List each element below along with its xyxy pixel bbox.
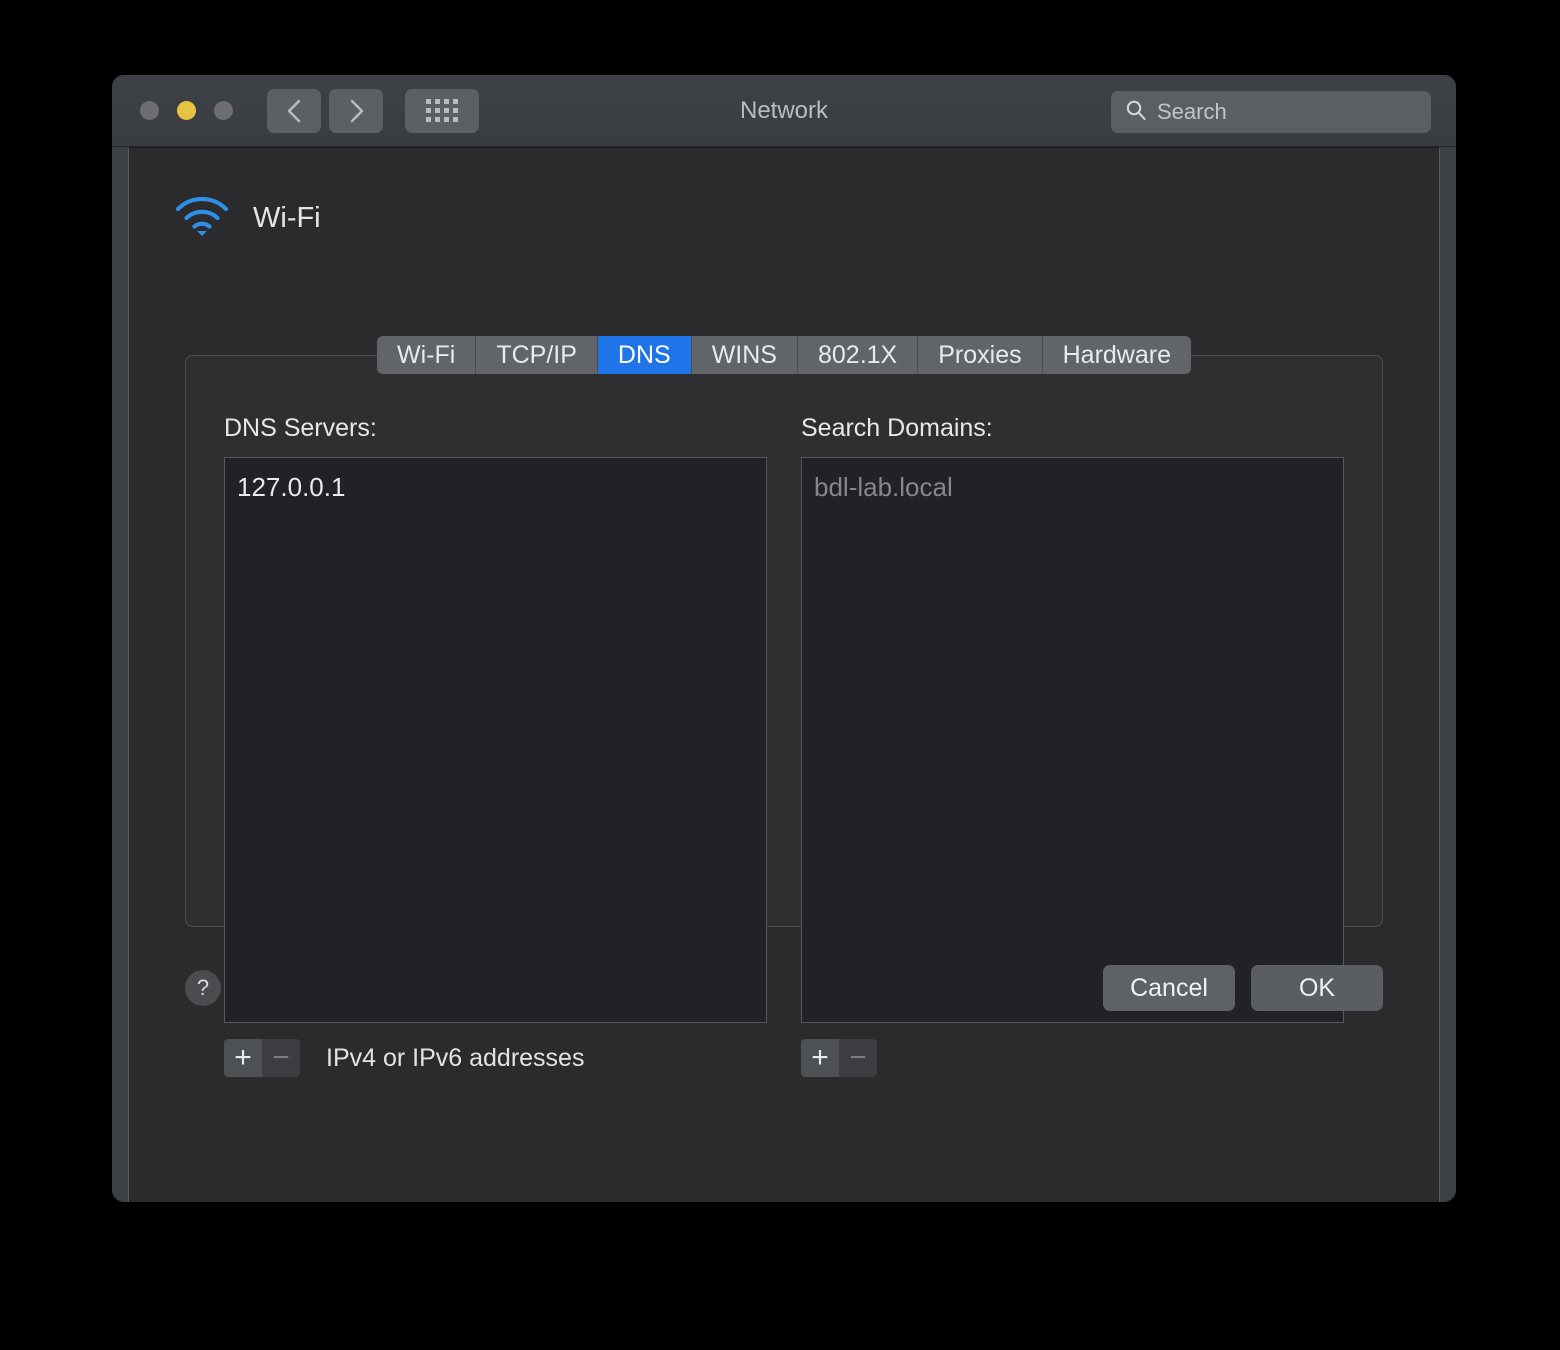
list-item[interactable]: 127.0.0.1 [225, 469, 766, 504]
search-domains-list[interactable]: bdl-lab.local [801, 457, 1344, 1023]
traffic-lights [140, 101, 233, 120]
chevron-right-icon [347, 97, 365, 125]
interface-name: Wi-Fi [253, 202, 321, 234]
tab-proxies[interactable]: Proxies [918, 336, 1043, 374]
footer-actions: Cancel OK [1103, 965, 1383, 1011]
navigation-buttons [267, 88, 383, 133]
add-search-domain-button[interactable]: + [801, 1039, 839, 1077]
dns-servers-list[interactable]: 127.0.0.1 [224, 457, 767, 1023]
show-all-button[interactable] [405, 88, 479, 133]
network-preferences-window: Network Search Wi-Fi Wi-Fi TCP/IP DNS WI… [112, 75, 1456, 1202]
close-window-button[interactable] [140, 101, 159, 120]
show-all-grid-icon [426, 99, 458, 122]
interface-header: Wi-Fi [143, 148, 1425, 243]
tab-wins[interactable]: WINS [691, 336, 798, 374]
dns-servers-controls: + − IPv4 or IPv6 addresses [224, 1039, 767, 1077]
forward-button[interactable] [329, 88, 383, 133]
dns-settings-panel: DNS Servers: 127.0.0.1 + − IPv4 or IPv6 … [185, 355, 1383, 1077]
wifi-icon [173, 194, 231, 243]
add-dns-server-button[interactable]: + [224, 1039, 262, 1077]
tab-tcpip[interactable]: TCP/IP [476, 336, 598, 374]
back-button[interactable] [267, 88, 321, 133]
search-icon [1125, 99, 1147, 126]
settings-tabbar: Wi-Fi TCP/IP DNS WINS 802.1X Proxies Har… [143, 336, 1425, 374]
chevron-left-icon [285, 97, 303, 125]
tab-8021x[interactable]: 802.1X [797, 336, 919, 374]
search-domains-label: Search Domains: [801, 414, 993, 442]
window-titlebar: Network Search [112, 75, 1456, 147]
list-item[interactable]: bdl-lab.local [802, 469, 1343, 504]
zoom-window-button[interactable] [214, 101, 233, 120]
sheet-footer: ? Cancel OK [185, 948, 1383, 1028]
search-placeholder: Search [1157, 99, 1227, 124]
tab-dns[interactable]: DNS [597, 336, 692, 374]
tab-hardware[interactable]: Hardware [1042, 336, 1191, 374]
search-domains-controls: + − [801, 1039, 1344, 1077]
dns-servers-label: DNS Servers: [224, 414, 377, 442]
preference-sheet: Wi-Fi Wi-Fi TCP/IP DNS WINS 802.1X Proxi… [128, 147, 1440, 1202]
tab-wifi[interactable]: Wi-Fi [377, 336, 477, 374]
dns-servers-stepper: + − [224, 1039, 300, 1077]
remove-dns-server-button[interactable]: − [262, 1039, 300, 1077]
search-domains-stepper: + − [801, 1039, 877, 1077]
remove-search-domain-button[interactable]: − [839, 1039, 877, 1077]
ok-button[interactable]: OK [1251, 965, 1383, 1011]
cancel-button[interactable]: Cancel [1103, 965, 1235, 1011]
sheet-inner: Wi-Fi Wi-Fi TCP/IP DNS WINS 802.1X Proxi… [143, 148, 1425, 1202]
dns-servers-hint: IPv4 or IPv6 addresses [326, 1043, 585, 1072]
tabstrip: Wi-Fi TCP/IP DNS WINS 802.1X Proxies Har… [377, 336, 1191, 374]
minimize-window-button[interactable] [177, 101, 196, 120]
help-button[interactable]: ? [185, 970, 221, 1006]
search-field[interactable]: Search [1111, 91, 1431, 133]
